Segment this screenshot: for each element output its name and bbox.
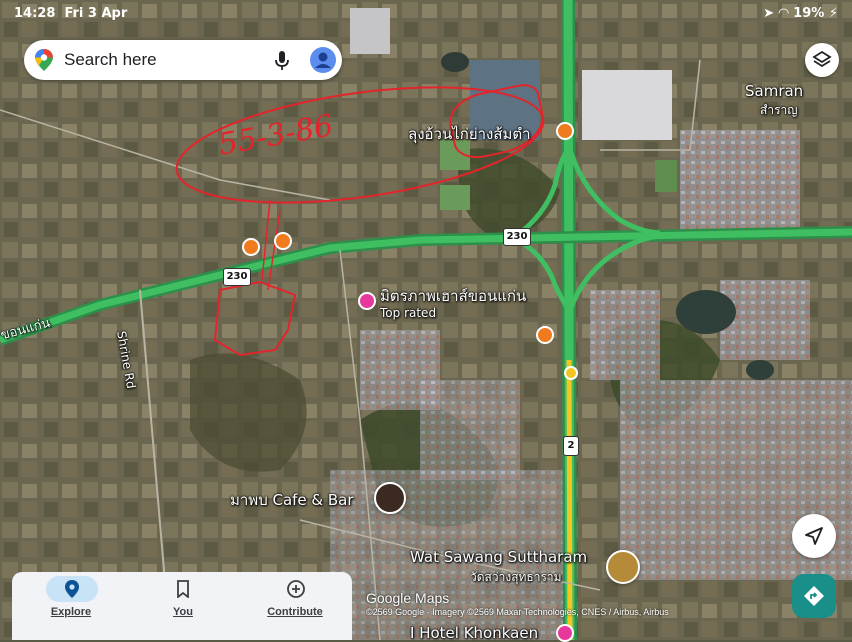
tab-you-label: You xyxy=(173,606,193,618)
road-shield-230-east: 230 xyxy=(503,228,531,246)
battery-level: 19% xyxy=(793,6,825,21)
temple-photo-icon[interactable] xyxy=(606,550,640,584)
label-samran-thai[interactable]: สำราญ xyxy=(760,101,797,120)
add-circle-icon xyxy=(287,580,305,598)
label-samran[interactable]: Samran xyxy=(745,82,803,100)
copyright-text[interactable]: ©2569 Google · Imagery ©2569 Maxar Techn… xyxy=(366,607,669,617)
directions-button[interactable] xyxy=(792,574,836,618)
tab-you[interactable]: You xyxy=(128,572,238,640)
tab-contribute-label: Contribute xyxy=(267,606,323,618)
restaurant-pin-icon-2[interactable] xyxy=(536,326,554,344)
label-mittraphap-house[interactable]: มิตรภาพเฮาส์ขอนแก่น xyxy=(380,284,526,308)
bottom-nav: Explore You Contribute xyxy=(12,572,352,640)
navigation-arrow-icon xyxy=(805,527,823,545)
cafe-photo-icon[interactable] xyxy=(374,482,406,514)
label-cafe-bar[interactable]: มาพบ Cafe & Bar xyxy=(230,488,354,512)
directions-icon xyxy=(804,586,824,606)
label-wat-sawang-thai: วัดสว่างสุทธาราม xyxy=(470,570,562,584)
status-right: ➤ ◠ 19% ⚡ xyxy=(763,6,838,21)
label-restaurant[interactable]: ลุงอ้วนไก่ย่างส้มตำ xyxy=(408,122,531,146)
microphone-icon[interactable] xyxy=(274,50,290,72)
bookmark-icon xyxy=(177,580,189,598)
status-date: Fri 3 Apr xyxy=(64,6,128,21)
location-pin-icon xyxy=(65,580,79,598)
restaurant-pin-icon-3[interactable] xyxy=(242,238,260,256)
status-time: 14:28 Fri 3 Apr xyxy=(14,6,128,21)
label-top-rated: Top rated xyxy=(380,306,437,320)
layers-button[interactable] xyxy=(805,43,839,77)
restaurant-pin-icon[interactable] xyxy=(556,122,574,140)
satellite-map[interactable] xyxy=(0,0,852,640)
avatar-icon[interactable] xyxy=(310,47,336,73)
maps-pin-icon xyxy=(35,49,53,71)
tab-explore-label: Explore xyxy=(50,606,92,618)
charging-icon: ⚡ xyxy=(828,6,838,21)
gas-station-icon[interactable] xyxy=(564,366,578,380)
road-shield-230-west: 230 xyxy=(223,268,251,286)
location-arrow-icon: ➤ xyxy=(763,6,775,21)
google-maps-logo: Google Maps xyxy=(366,590,450,606)
my-location-button[interactable] xyxy=(792,514,836,558)
tab-explore[interactable]: Explore xyxy=(16,572,126,640)
label-hotel-khonkaen[interactable]: I Hotel Khonkaen xyxy=(410,624,538,642)
restaurant-pin-icon-4[interactable] xyxy=(274,232,292,250)
search-input[interactable]: Search here xyxy=(64,50,157,70)
search-bar[interactable]: Search here xyxy=(24,40,342,80)
label-wat-sawang[interactable]: Wat Sawang Suttharam xyxy=(410,548,587,566)
hotel-pin-icon-2[interactable] xyxy=(556,624,574,642)
tab-contribute[interactable]: Contribute xyxy=(240,572,350,640)
wifi-icon: ◠ xyxy=(778,6,789,21)
hotel-pin-icon[interactable] xyxy=(358,292,376,310)
status-bar: 14:28 Fri 3 Apr ➤ ◠ 19% ⚡ xyxy=(0,0,852,28)
layers-icon xyxy=(812,50,832,68)
road-shield-2: 2 xyxy=(563,436,579,456)
